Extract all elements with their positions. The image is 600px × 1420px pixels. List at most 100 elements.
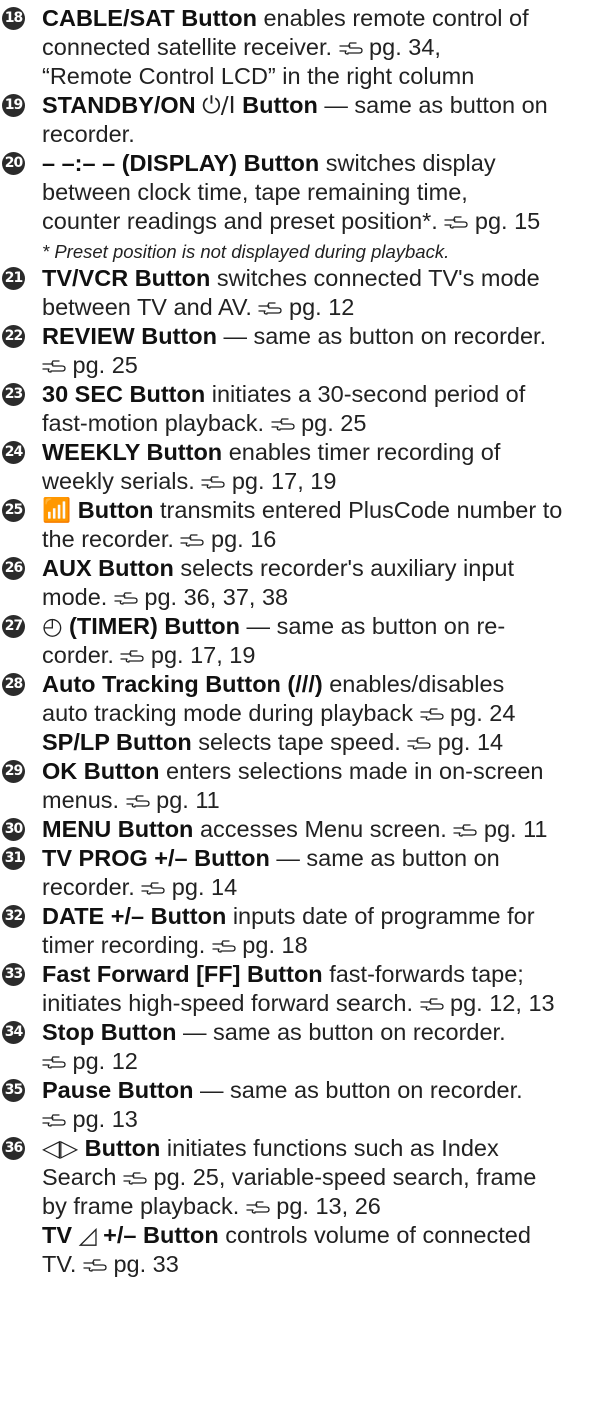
item-number-badge: 27	[2, 615, 25, 638]
page-reference-icon	[407, 735, 431, 752]
description-text: mode.	[42, 584, 114, 610]
item-text-line: recorder. pg. 14	[42, 873, 598, 902]
description-text: initiates a 30-second period of	[205, 381, 526, 407]
description-text: Search	[42, 1164, 123, 1190]
item-text-line: mode. pg. 36, 37, 38	[42, 583, 598, 612]
button-name: )	[314, 671, 323, 697]
item-text-line: menus. pg. 11	[42, 786, 598, 815]
page-reference-icon	[141, 880, 165, 897]
item-text-line: timer recording. pg. 18	[42, 931, 598, 960]
volume-icon: ◿	[78, 1221, 97, 1249]
item-text-line: TV ◿ +/– Button controls volume of conne…	[42, 1221, 598, 1250]
description-text: pg. 12	[282, 294, 355, 320]
timer-icon: ◴	[42, 612, 63, 640]
item-text-line: connected satellite receiver. pg. 34,	[42, 33, 598, 62]
description-text: pg. 17, 19	[144, 642, 256, 668]
page-reference-icon	[42, 358, 66, 375]
item-text-line: DATE +/– Button inputs date of programme…	[42, 902, 598, 931]
description-text: pg. 16	[204, 526, 277, 552]
item-text-line: ◁▷ Button initiates functions such as In…	[42, 1134, 598, 1163]
description-text: enters selections made in on-screen	[159, 758, 544, 784]
item-text-line: counter readings and preset position*. p…	[42, 207, 598, 236]
item-number-badge: 32	[2, 905, 25, 928]
description-text: transmits entered PlusCode number to	[153, 497, 563, 523]
description-text: between clock time, tape remaining time,	[42, 179, 468, 205]
item-text-line: weekly serials. pg. 17, 19	[42, 467, 598, 496]
button-name: TV PROG +/– Button	[42, 845, 270, 871]
page-reference-icon	[270, 416, 295, 433]
description-text: switches display	[319, 150, 496, 176]
item-number-badge: 30	[2, 818, 25, 841]
page-reference-icon	[419, 706, 444, 723]
description-text: pg. 25, variable-speed search, frame	[147, 1164, 537, 1190]
item-number-badge: 36	[2, 1137, 25, 1160]
description-text: pg. 18	[235, 932, 308, 958]
button-name: DATE +/– Button	[42, 903, 227, 929]
item-text-line: CABLE/SAT Button enables remote control …	[42, 4, 598, 33]
button-name: MENU Button	[42, 816, 194, 842]
description-text: pg. 11	[149, 787, 220, 813]
page-reference-icon	[42, 1054, 66, 1071]
item-text-line: REVIEW Button — same as button on record…	[42, 322, 598, 351]
item-text-line: Fast Forward [FF] Button fast-forwards t…	[42, 960, 598, 989]
description-text: controls volume of connected	[218, 1222, 531, 1248]
button-name: SP/LP Button	[42, 729, 192, 755]
description-text: corder.	[42, 642, 121, 668]
description-text: timer recording.	[42, 932, 212, 958]
description-text: the recorder.	[42, 526, 181, 552]
description-text: by frame playback.	[42, 1193, 246, 1219]
button-name: OK Button	[42, 758, 160, 784]
description-text: connected satellite receiver.	[42, 34, 339, 60]
footnote: * Preset position is not displayed durin…	[42, 241, 450, 262]
item-text-line: between clock time, tape remaining time,	[42, 178, 598, 207]
item-number-badge: 24	[2, 441, 25, 464]
button-name: WEEKLY Button	[42, 439, 223, 465]
item-text-line: by frame playback. pg. 13, 26	[42, 1192, 598, 1221]
item-text-line: initiates high-speed forward search. pg.…	[42, 989, 598, 1018]
description-text: recorder.	[42, 874, 142, 900]
item-number-badge: 34	[2, 1021, 25, 1044]
button-name: Button	[235, 92, 318, 118]
item-text-line: ◴ (TIMER) Button — same as button on re-	[42, 612, 598, 641]
item-text-line: the recorder. pg. 16	[42, 525, 598, 554]
button-name: TV	[42, 1222, 79, 1248]
item-text-line: auto tracking mode during playback pg. 2…	[42, 699, 598, 728]
item-text-line: Auto Tracking Button (///) enables/disab…	[42, 670, 598, 699]
standby-on-icon: ⏻/I	[202, 91, 236, 119]
item-text-line: corder. pg. 17, 19	[42, 641, 598, 670]
description-text: fast-motion playback.	[42, 410, 271, 436]
description-text: selects recorder's auxiliary input	[173, 555, 514, 581]
button-name: Stop Button	[42, 1019, 177, 1045]
description-text: pg. 11	[477, 816, 548, 842]
description-text: — same as button on recorder.	[193, 1077, 523, 1103]
button-name: Fast Forward [FF] Button	[42, 961, 323, 987]
description-text: pg. 33	[106, 1251, 179, 1277]
description-text: pg. 13	[66, 1106, 138, 1132]
item-text-line: WEEKLY Button enables timer recording of	[42, 438, 598, 467]
button-name: Auto Tracking Button (	[42, 671, 296, 697]
description-text: fast-forwards tape;	[322, 961, 524, 987]
description-text: — same as button on	[317, 92, 548, 118]
item-number-badge: 28	[2, 673, 25, 696]
item-text-line: pg. 25	[42, 351, 598, 380]
item-text-line: “Remote Control LCD” in the right column	[42, 62, 598, 91]
page-reference-icon	[419, 996, 444, 1013]
manual-page: 18 CABLE/SAT Button enables remote contro…	[0, 0, 600, 1420]
description-text: pg. 17, 19	[225, 468, 337, 494]
page-reference-icon	[201, 474, 225, 491]
page-reference-icon	[114, 590, 138, 607]
description-text: pg. 12, 13	[443, 990, 555, 1016]
description-text: switches connected TV's mode	[210, 265, 540, 291]
button-name: (TIMER) Button	[62, 613, 241, 639]
description-text: pg. 14	[165, 874, 238, 900]
item-text-line: AUX Button selects recorder's auxiliary …	[42, 554, 598, 583]
item-text-line: Pause Button — same as button on recorde…	[42, 1076, 598, 1105]
description-text: — same as button on	[269, 845, 500, 871]
item-text-line: pg. 12	[42, 1047, 598, 1076]
button-name: Button	[71, 497, 154, 523]
description-text: pg. 36, 37, 38	[137, 584, 289, 610]
item-number-badge: 23	[2, 383, 25, 406]
description-text: enables timer recording of	[222, 439, 501, 465]
button-name: AUX Button	[42, 555, 174, 581]
button-name: 30 SEC Button	[42, 381, 206, 407]
